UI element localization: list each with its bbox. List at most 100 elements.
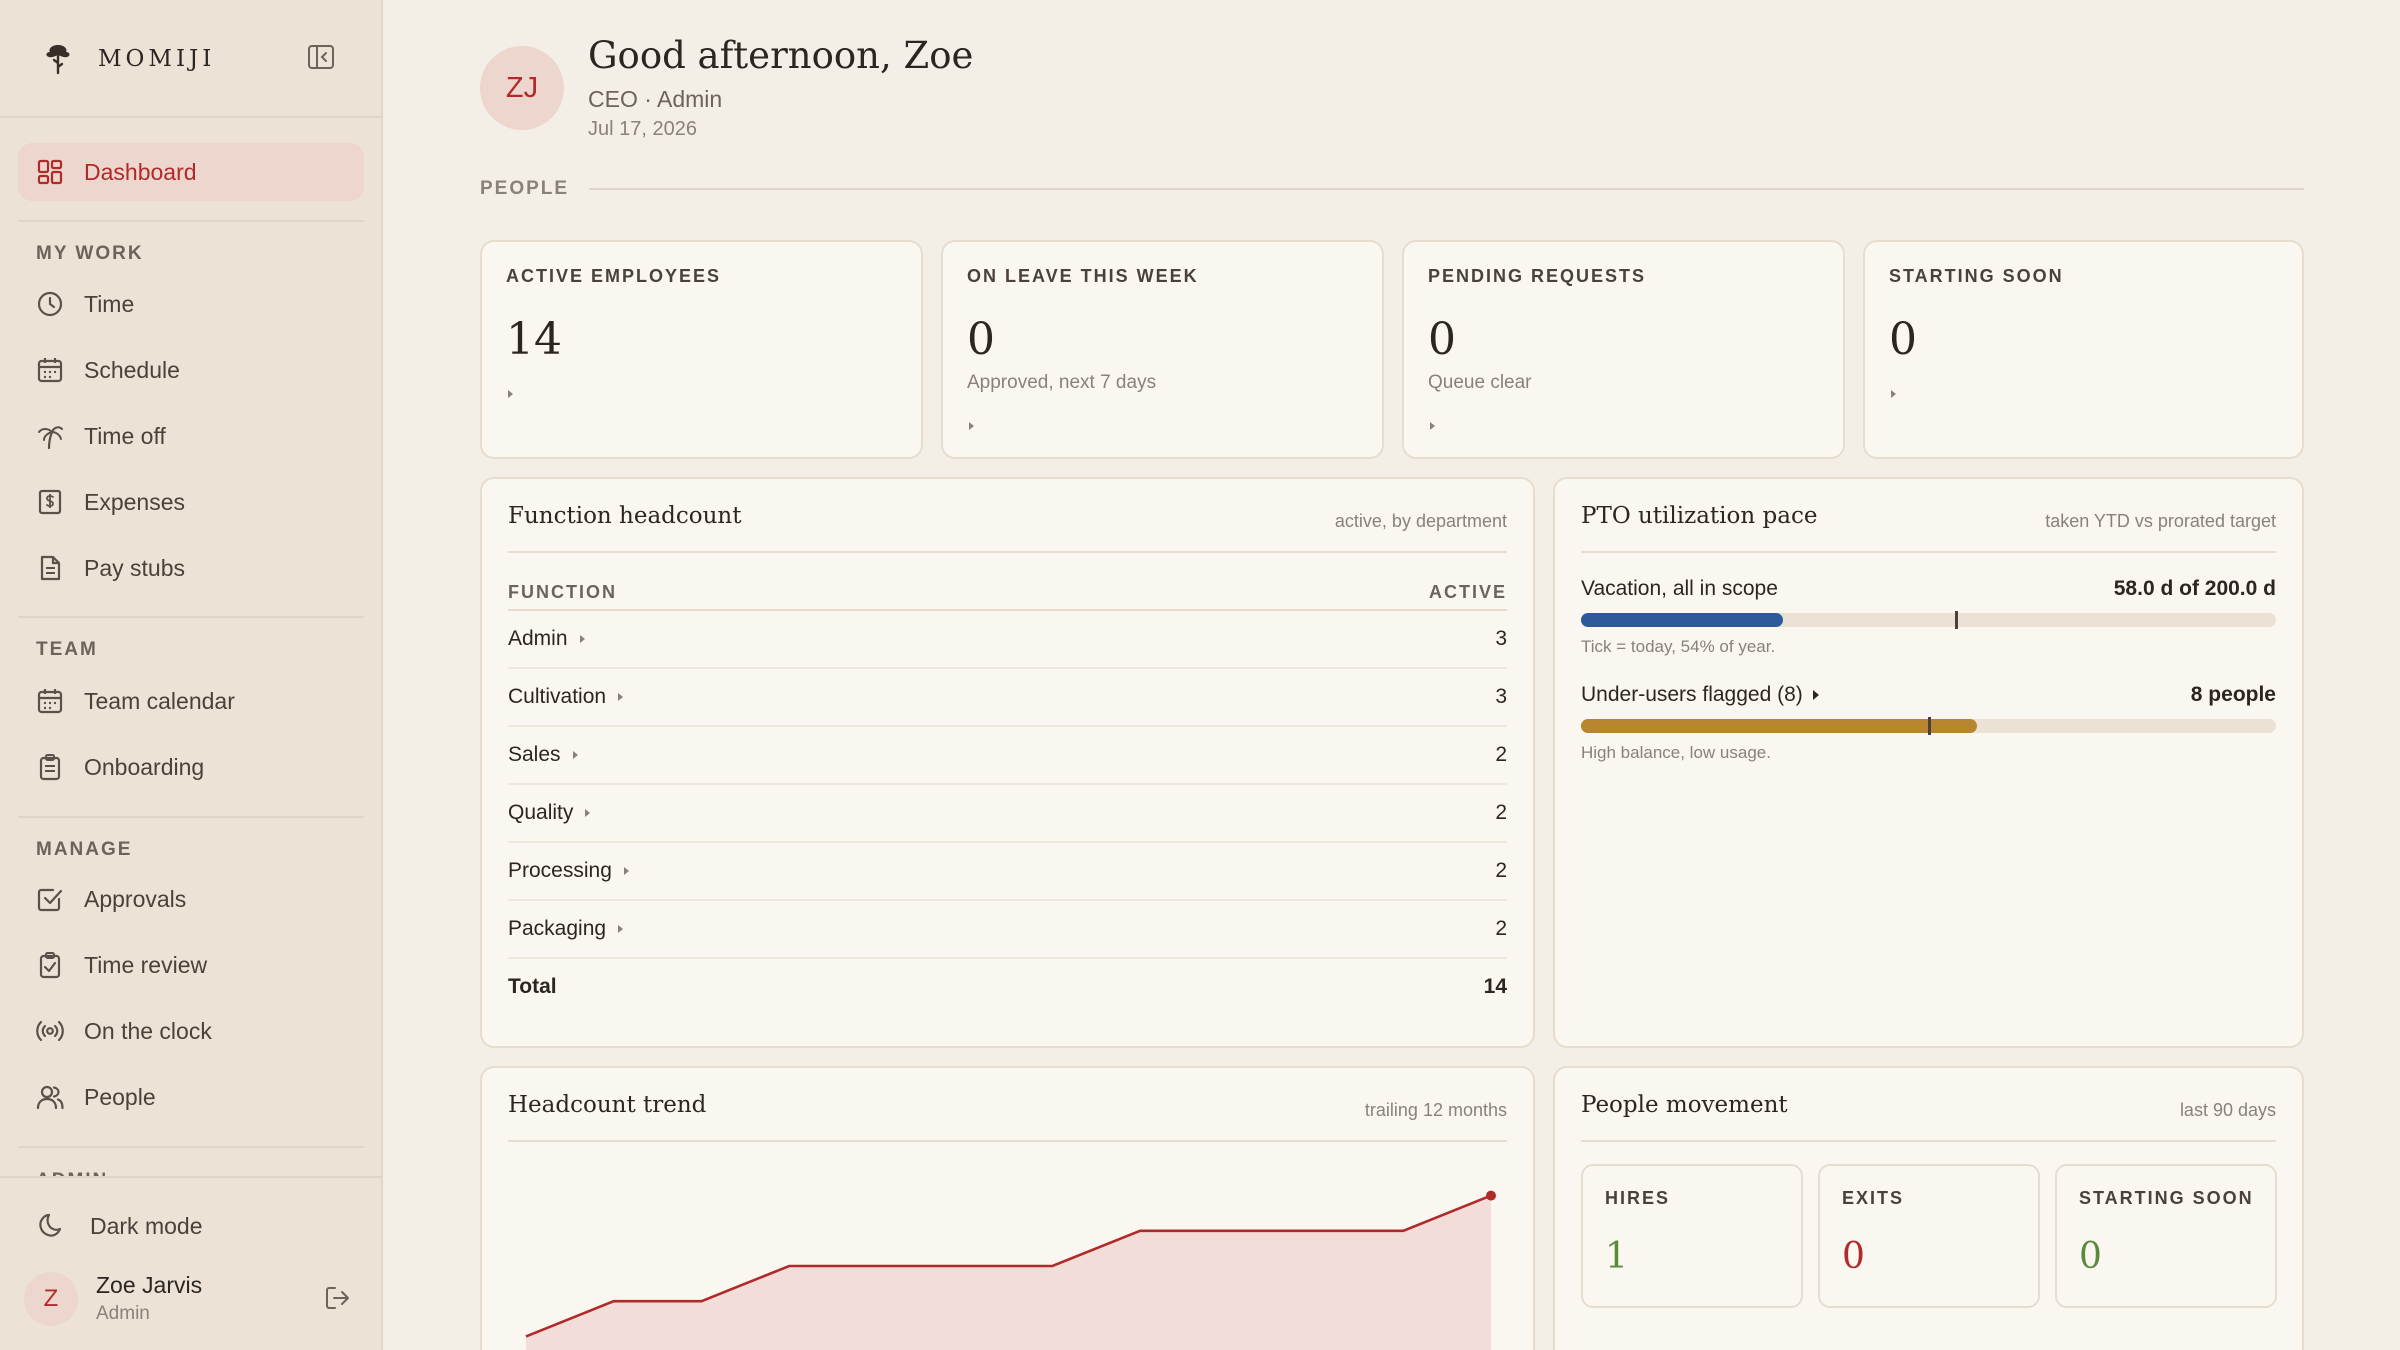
today-tick bbox=[1955, 611, 1959, 629]
movement-value: 1 bbox=[1605, 1236, 1628, 1277]
progress-fill bbox=[1581, 719, 1978, 733]
calendar-icon bbox=[37, 689, 63, 714]
panel-rule bbox=[508, 1140, 1507, 1142]
panel-note: taken YTD vs prorated target bbox=[2045, 511, 2276, 531]
sidebar-item-label: On the clock bbox=[84, 1017, 212, 1044]
section-label-team: TEAM bbox=[36, 639, 98, 660]
total-value: 14 bbox=[1483, 975, 1507, 998]
sidebar-item-on-the-clock[interactable]: On the clock bbox=[18, 1002, 364, 1060]
stat-card-starting-soon[interactable]: STARTING SOON 0 bbox=[1863, 240, 2304, 459]
table-row[interactable]: Sales 2 bbox=[508, 727, 1507, 785]
trend-last-point[interactable] bbox=[1486, 1190, 1496, 1201]
table-row[interactable]: Quality 2 bbox=[508, 785, 1507, 843]
movement-label: HIRES bbox=[1605, 1188, 1671, 1208]
pto-under-users-bar bbox=[1581, 717, 2276, 735]
table-row[interactable]: Processing 2 bbox=[508, 843, 1507, 901]
sidebar-item-time[interactable]: Time bbox=[18, 275, 364, 333]
pto-under-users-note: High balance, low usage. bbox=[1581, 743, 1771, 762]
panel-rule bbox=[1581, 1140, 2276, 1142]
stat-label: ACTIVE EMPLOYEES bbox=[506, 266, 722, 286]
function-name: Packaging bbox=[508, 917, 607, 940]
section-header-people: PEOPLE bbox=[480, 178, 2304, 200]
sidebar-item-onboarding[interactable]: Onboarding bbox=[18, 738, 364, 796]
sidebar-item-label: Team calendar bbox=[84, 687, 235, 714]
function-name: Processing bbox=[508, 859, 612, 882]
stat-label: STARTING SOON bbox=[1889, 266, 2064, 286]
clipboard-icon bbox=[39, 754, 61, 781]
stat-card-on-leave[interactable]: ON LEAVE THIS WEEK 0 Approved, next 7 da… bbox=[941, 240, 1384, 459]
movement-card-hires[interactable]: HIRES 1 bbox=[1581, 1164, 1803, 1308]
sidebar-item-dashboard[interactable]: Dashboard bbox=[18, 143, 364, 201]
panel-note: last 90 days bbox=[2179, 1100, 2276, 1120]
today-tick bbox=[1927, 717, 1931, 735]
stat-subtext: Approved, next 7 days bbox=[967, 372, 1157, 393]
caret-right-icon bbox=[572, 751, 578, 759]
sidebar-divider bbox=[0, 1176, 383, 1178]
total-label: Total bbox=[508, 975, 557, 998]
sidebar-separator bbox=[18, 1146, 364, 1148]
calendar-icon bbox=[37, 358, 63, 383]
user-role: CEO · Admin bbox=[588, 86, 723, 112]
dark-mode-label: Dark mode bbox=[90, 1212, 203, 1239]
sidebar-item-label: Onboarding bbox=[84, 753, 205, 780]
table-row[interactable]: Cultivation 3 bbox=[508, 669, 1507, 727]
brand[interactable]: MOMIJI bbox=[40, 34, 215, 84]
stat-label: ON LEAVE THIS WEEK bbox=[967, 266, 1199, 286]
caret-right-icon bbox=[1430, 422, 1435, 430]
function-count: 3 bbox=[1495, 685, 1507, 708]
stat-value: 14 bbox=[506, 314, 562, 365]
stat-value: 0 bbox=[967, 314, 995, 365]
sidebar-item-approvals[interactable]: Approvals bbox=[18, 870, 364, 928]
checkbox-icon bbox=[37, 888, 63, 912]
sidebar-item-team-calendar[interactable]: Team calendar bbox=[18, 672, 364, 730]
maple-tree-icon bbox=[46, 45, 70, 75]
sidebar-collapse-icon[interactable] bbox=[306, 42, 336, 72]
panel-rule bbox=[508, 551, 1507, 553]
clock-icon bbox=[37, 291, 63, 317]
movement-label: STARTING SOON bbox=[2079, 1188, 2254, 1208]
caret-right-icon bbox=[508, 390, 513, 398]
sidebar-item-schedule[interactable]: Schedule bbox=[18, 341, 364, 399]
table-row[interactable]: Admin 3 bbox=[508, 611, 1507, 669]
table-row[interactable]: Packaging 2 bbox=[508, 901, 1507, 959]
sidebar-item-expenses[interactable]: Expenses bbox=[18, 473, 364, 531]
panel-note: active, by department bbox=[1334, 511, 1507, 531]
caret-right-icon bbox=[623, 867, 629, 875]
sidebar-item-pay-stubs[interactable]: Pay stubs bbox=[18, 539, 364, 597]
sidebar-item-people[interactable]: People bbox=[18, 1068, 364, 1126]
sidebar-item-label: Schedule bbox=[84, 356, 180, 383]
dark-mode-toggle[interactable]: Dark mode bbox=[36, 1196, 202, 1256]
user-profile[interactable]: Z Zoe Jarvis Admin bbox=[24, 1268, 364, 1332]
function-name: Admin bbox=[508, 627, 568, 650]
dollar-receipt-icon bbox=[38, 489, 62, 515]
panel-title: PTO utilization pace bbox=[1581, 503, 1818, 529]
function-count: 3 bbox=[1495, 627, 1507, 650]
pto-vacation-value: 58.0 d of 200.0 d bbox=[2113, 577, 2276, 600]
avatar: Z bbox=[24, 1272, 78, 1326]
section-title: PEOPLE bbox=[480, 178, 570, 199]
logout-icon[interactable] bbox=[324, 1284, 352, 1312]
panel-rule bbox=[1581, 551, 2276, 553]
function-count: 2 bbox=[1495, 859, 1507, 882]
sidebar-item-label: Time bbox=[84, 290, 135, 317]
sidebar-item-label: Pay stubs bbox=[84, 554, 185, 581]
moon-icon bbox=[39, 1213, 62, 1237]
stat-card-active-employees[interactable]: ACTIVE EMPLOYEES 14 bbox=[480, 240, 923, 459]
function-count: 2 bbox=[1495, 743, 1507, 766]
caret-right-icon bbox=[1891, 390, 1896, 398]
caret-right-icon bbox=[585, 809, 591, 817]
sidebar-item-time-off[interactable]: Time off bbox=[18, 407, 364, 465]
movement-card-exits[interactable]: EXITS 0 bbox=[1818, 1164, 2040, 1308]
stat-card-pending-requests[interactable]: PENDING REQUESTS 0 Queue clear bbox=[1402, 240, 1845, 459]
pto-vacation-label: Vacation, all in scope bbox=[1581, 577, 1778, 600]
stat-value: 0 bbox=[1428, 314, 1456, 365]
table-total-row: Total 14 bbox=[508, 959, 1507, 1015]
movement-card-starting-soon[interactable]: STARTING SOON 0 bbox=[2055, 1164, 2277, 1308]
pto-vacation-note: Tick = today, 54% of year. bbox=[1581, 637, 1776, 656]
sidebar-item-time-review[interactable]: Time review bbox=[18, 936, 364, 994]
stat-label: PENDING REQUESTS bbox=[1428, 266, 1647, 286]
pto-under-users-row[interactable]: Under-users flagged (8) 8 people High ba… bbox=[1581, 681, 2276, 763]
headcount-table: FUNCTION ACTIVE Admin 3 Cultivation 3 Sa… bbox=[508, 575, 1507, 1015]
caret-right-icon bbox=[1812, 690, 1819, 700]
progress-fill bbox=[1581, 613, 1783, 627]
